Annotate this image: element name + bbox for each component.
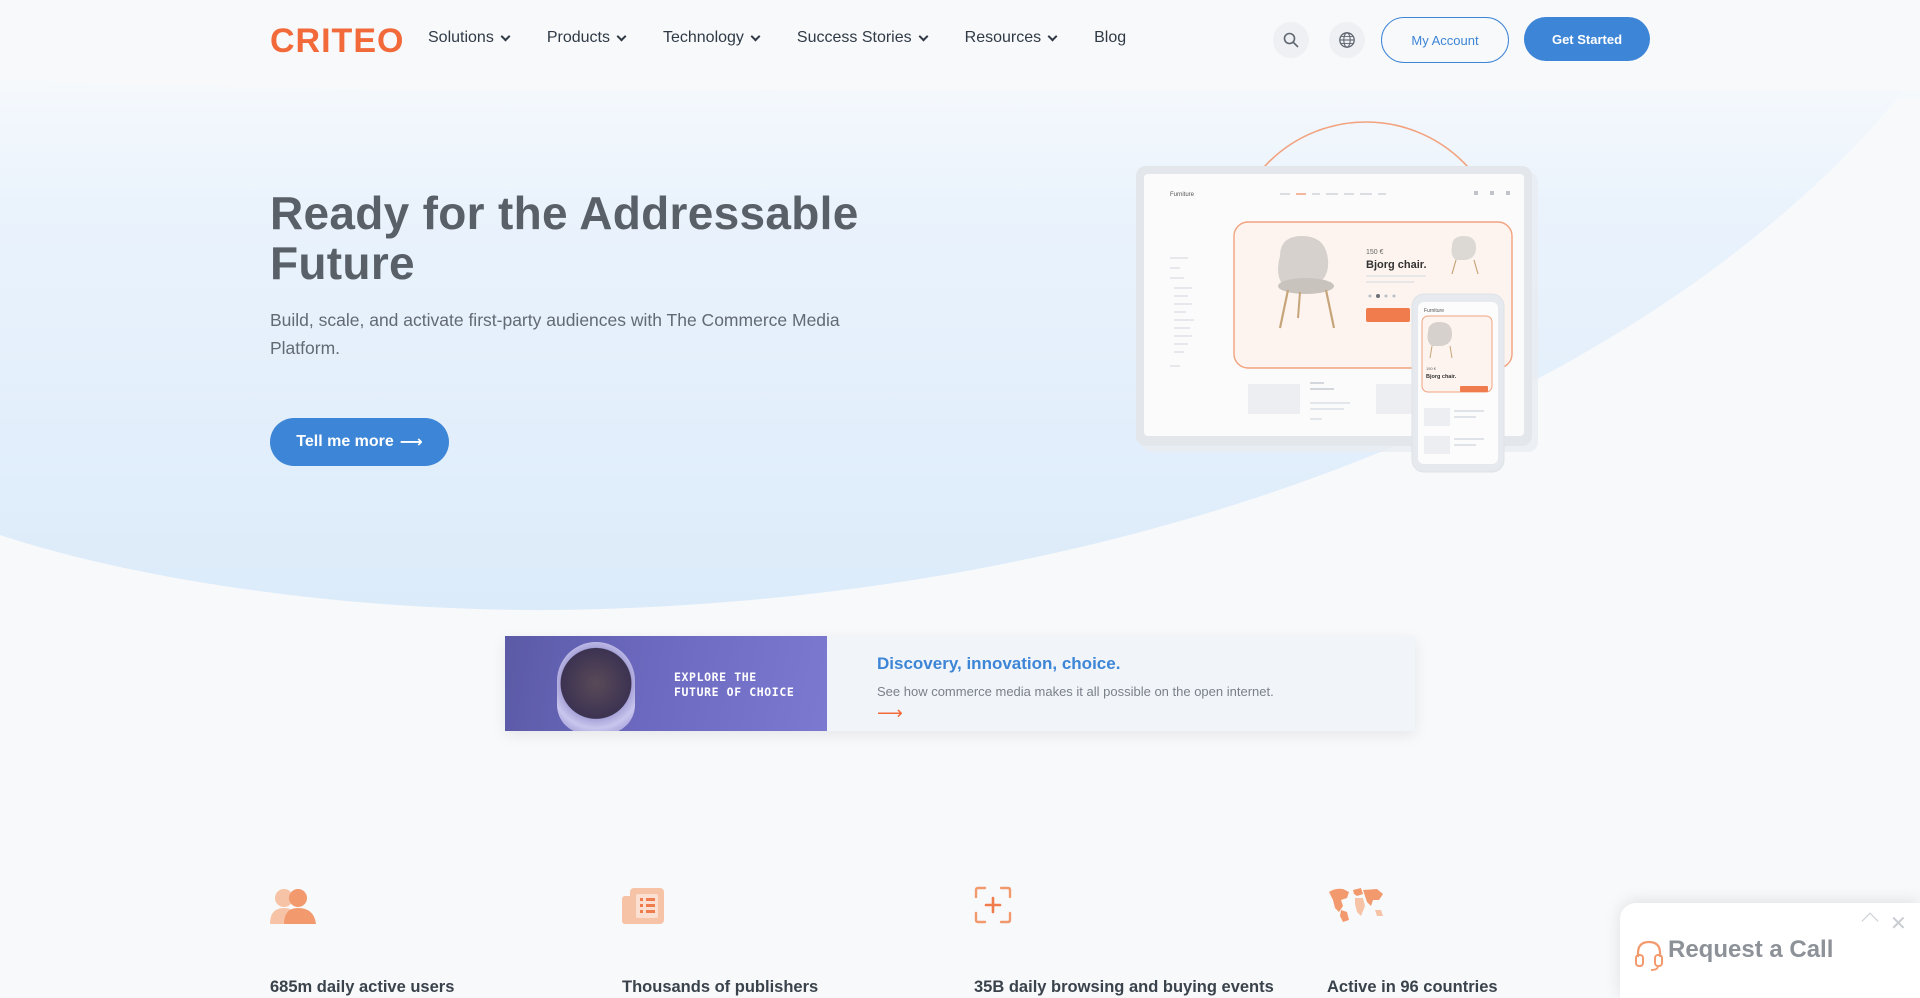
promo-banner[interactable]: EXPLORE THE FUTURE OF CHOICE Discovery, … — [505, 636, 1415, 731]
illus-mobile-brand: Furniture — [1424, 308, 1444, 314]
illus-mobile-price: 150 € — [1426, 366, 1437, 371]
stat-browsing-events: 35B daily browsing and buying events — [974, 978, 1274, 996]
search-icon — [1283, 32, 1299, 48]
promo-text: Discovery, innovation, choice. See how c… — [827, 636, 1274, 731]
focus-plus-icon — [974, 886, 1012, 924]
illus-product-name: Bjorg chair. — [1366, 259, 1427, 271]
nav-item-solutions[interactable]: Solutions — [428, 29, 511, 47]
chevron-down-icon — [616, 31, 627, 41]
stat-publishers: Thousands of publishers — [622, 978, 819, 996]
request-call-widget[interactable]: Request a Call ✕ — [1620, 903, 1920, 998]
hero-illustration: Furniture 150 € Bjorg chair. Furniture 1… — [1136, 121, 1538, 473]
promo-description: See how commerce media makes it all poss… — [877, 684, 1274, 699]
cta-label: Tell me more — [296, 433, 394, 450]
stat-daily-users: 685m daily active users — [270, 978, 455, 996]
person-image — [557, 642, 635, 731]
site-header: CRITEO Solutions Products Technology Suc… — [0, 0, 1920, 82]
illus-brand: Furniture — [1170, 192, 1195, 198]
users-icon — [270, 889, 316, 924]
nav-item-resources[interactable]: Resources — [964, 29, 1058, 47]
nav-label: Products — [546, 29, 610, 46]
nav-label: Technology — [662, 29, 744, 46]
nav-label: Success Stories — [796, 29, 912, 46]
arrow-right-icon[interactable]: ⟶ — [877, 703, 1274, 724]
minimize-icon[interactable] — [1861, 912, 1879, 930]
promo-image-tagline: EXPLORE THE FUTURE OF CHOICE — [674, 670, 794, 700]
promo-image: EXPLORE THE FUTURE OF CHOICE — [505, 636, 827, 731]
arrow-right-icon: ⟶ — [399, 434, 423, 451]
nav-item-technology[interactable]: Technology — [662, 29, 761, 47]
my-account-button[interactable]: My Account — [1381, 17, 1509, 63]
language-button[interactable] — [1329, 22, 1365, 58]
illus-mobile-product-name: Bjorg chair. — [1426, 374, 1457, 380]
nav-label: Resources — [964, 29, 1042, 46]
close-icon[interactable]: ✕ — [1890, 911, 1907, 936]
globe-icon — [1339, 32, 1355, 48]
promo-tag-line2: FUTURE OF CHOICE — [674, 685, 795, 699]
nav-item-blog[interactable]: Blog — [1094, 29, 1126, 47]
illus-price: 150 € — [1366, 249, 1384, 256]
chevron-down-icon — [750, 31, 761, 41]
main-nav: Solutions Products Technology Success St… — [428, 29, 1164, 47]
headset-icon — [1635, 940, 1663, 971]
chevron-down-icon — [918, 31, 929, 41]
nav-label: Blog — [1094, 29, 1127, 46]
search-button[interactable] — [1273, 22, 1309, 58]
get-started-button[interactable]: Get Started — [1524, 17, 1650, 61]
tell-me-more-button[interactable]: Tell me more ⟶ — [270, 418, 449, 466]
promo-title[interactable]: Discovery, innovation, choice. — [877, 654, 1274, 674]
chevron-down-icon — [500, 31, 511, 41]
publishers-icon — [622, 888, 664, 924]
request-call-label[interactable]: Request a Call — [1668, 936, 1833, 964]
criteo-logo[interactable]: CRITEO — [270, 22, 404, 61]
promo-tag-line1: EXPLORE THE — [674, 670, 757, 684]
hero-title: Ready for the Addressable Future — [270, 187, 859, 289]
chevron-down-icon — [1047, 31, 1058, 41]
nav-label: Solutions — [428, 29, 494, 46]
nav-item-products[interactable]: Products — [546, 29, 627, 47]
world-map-icon — [1329, 888, 1383, 922]
hero-subtitle: Build, scale, and activate first-party a… — [270, 310, 840, 358]
stat-countries: Active in 96 countries — [1327, 978, 1498, 996]
nav-item-success-stories[interactable]: Success Stories — [796, 29, 929, 47]
